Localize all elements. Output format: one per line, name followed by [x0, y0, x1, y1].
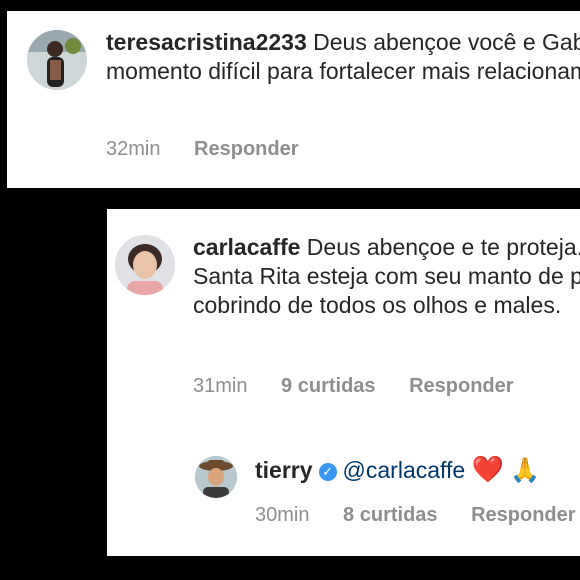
comment-meta: 32min Responder [106, 138, 327, 161]
comment-time: 31min [193, 375, 248, 397]
comment-card-2: carlacaffe Deus abençoe e te proteja. Qu… [107, 209, 580, 556]
comment-time: 32min [106, 138, 161, 160]
avatar-photo-icon [115, 235, 175, 295]
avatar-photo-icon [27, 30, 87, 90]
avatar-carlacaffe[interactable] [115, 235, 175, 295]
avatar-photo-icon [195, 456, 237, 498]
reply-likes-count[interactable]: 8 curtidas [343, 504, 437, 526]
reply-button[interactable]: Responder [471, 504, 575, 526]
comment-username[interactable]: carlacaffe [193, 234, 300, 260]
avatar-teresacristina2233[interactable] [27, 30, 87, 90]
comment-card-1: teresacristina2233 Deus abençoe você e G… [7, 11, 580, 188]
comment-username[interactable]: teresacristina2233 [106, 29, 307, 55]
likes-count[interactable]: 9 curtidas [281, 375, 375, 397]
verified-badge-icon: ✓ [318, 463, 337, 481]
reply-time: 30min [255, 504, 310, 526]
comment-text: teresacristina2233 Deus abençoe você e G… [106, 28, 580, 86]
reply-meta: 30min 8 curtidas Responder [255, 504, 580, 527]
avatar-tierry[interactable] [195, 456, 237, 498]
reply-username[interactable]: tierry [255, 457, 313, 483]
mention-link[interactable]: @carlacaffe [343, 457, 466, 483]
reply-button[interactable]: Responder [194, 138, 298, 160]
heart-emoji: ❤️ [471, 454, 504, 484]
reply-comment: tierry ✓ @carlacaffe ❤️ 🙏 [255, 454, 540, 485]
praying-hands-emoji: 🙏 [510, 457, 541, 484]
comment-meta: 31min 9 curtidas Responder [193, 375, 542, 398]
comment-text: carlacaffe Deus abençoe e te proteja. Qu… [193, 233, 580, 320]
reply-button[interactable]: Responder [409, 375, 513, 397]
